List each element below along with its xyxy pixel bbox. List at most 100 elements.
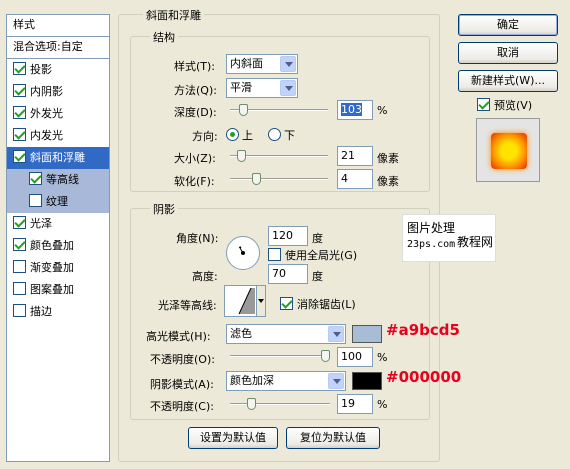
chevron-down-icon [256, 286, 265, 316]
make-default-button[interactable]: 设置为默认值 [188, 427, 278, 449]
highlight-mode-select[interactable]: 滤色 [226, 324, 346, 344]
angle-dial[interactable] [226, 236, 260, 270]
size-slider[interactable] [230, 150, 328, 162]
style-item[interactable]: 投影 [7, 59, 109, 81]
style-item[interactable]: 内发光 [7, 125, 109, 147]
depth-value: 103 [341, 103, 362, 116]
soften-unit: 像素 [377, 175, 399, 188]
shadow-opacity-slider[interactable] [230, 398, 330, 410]
style-item-label: 外发光 [30, 107, 63, 120]
slider-thumb[interactable] [237, 150, 246, 162]
highlight-color-swatch[interactable] [352, 325, 382, 343]
new-style-button[interactable]: 新建样式(W)... [458, 70, 558, 92]
highlight-mode-label: 高光模式(H): [146, 330, 211, 343]
gloss-contour-label: 光泽等高线: [158, 299, 217, 312]
style-item[interactable]: 描边 [7, 301, 109, 323]
opacity1-label: 不透明度(O): [150, 353, 215, 366]
soften-slider[interactable] [230, 173, 328, 185]
direction-label: 方向: [192, 130, 218, 143]
shadow-opacity-input[interactable]: 19 [337, 394, 373, 414]
soften-input[interactable]: 4 [337, 169, 373, 189]
depth-slider[interactable] [230, 104, 328, 116]
global-light-label: 使用全局光(G) [285, 249, 358, 262]
style-item-label: 斜面和浮雕 [30, 151, 85, 164]
checkbox-icon[interactable] [13, 84, 26, 97]
highlight-opacity-slider[interactable] [230, 350, 330, 362]
checkbox-icon[interactable] [13, 62, 26, 75]
slider-thumb[interactable] [321, 350, 330, 362]
global-light-checkbox[interactable]: 使用全局光(G) [268, 247, 357, 263]
watermark-line1: 图片处理 [407, 221, 456, 235]
checkbox-icon[interactable] [13, 238, 26, 251]
checkbox-icon[interactable] [13, 282, 26, 295]
checkbox-icon[interactable] [13, 216, 26, 229]
watermark-line2: 23ps.com [407, 239, 456, 250]
technique-value: 平滑 [230, 81, 252, 94]
highlight-mode-value: 滤色 [230, 327, 252, 340]
style-item[interactable]: 渐变叠加 [7, 257, 109, 279]
opacity1-unit: % [377, 351, 388, 364]
style-item[interactable]: 光泽 [7, 213, 109, 235]
soften-label: 软化(F): [174, 175, 215, 188]
style-item[interactable]: 纹理 [7, 191, 109, 213]
size-label: 大小(Z): [174, 152, 216, 165]
checkbox-icon[interactable] [13, 304, 26, 317]
checkbox-icon [477, 98, 490, 111]
style-item-label: 光泽 [30, 217, 52, 230]
antialias-checkbox[interactable]: 消除锯齿(L) [280, 296, 356, 312]
style-item[interactable]: 外发光 [7, 103, 109, 125]
depth-label: 深度(D): [174, 106, 217, 119]
style-item-label: 颜色叠加 [30, 239, 74, 252]
style-item-label: 投影 [30, 63, 52, 76]
style-item[interactable]: 内阴影 [7, 81, 109, 103]
style-item[interactable]: 斜面和浮雕 [7, 147, 109, 169]
cancel-button[interactable]: 取消 [458, 42, 558, 64]
checkbox-icon[interactable] [13, 150, 26, 163]
altitude-input[interactable]: 70 [268, 264, 308, 284]
highlight-color-annotation: #a9bcd5 [386, 321, 460, 339]
shadow-color-swatch[interactable] [352, 372, 382, 390]
contour-preview-icon [227, 287, 255, 315]
gloss-contour-picker[interactable] [224, 285, 266, 317]
blend-options-item[interactable]: 混合选项:自定 [7, 37, 109, 59]
style-select[interactable]: 内斜面 [226, 54, 298, 74]
size-unit: 像素 [377, 152, 399, 165]
checkbox-icon[interactable] [29, 194, 42, 207]
shadow-mode-select[interactable]: 颜色加深 [226, 371, 346, 391]
preview-checkbox[interactable]: 预览(V) [477, 97, 532, 113]
technique-label: 方法(Q): [174, 84, 217, 97]
angle-unit: 度 [312, 232, 323, 245]
checkbox-icon[interactable] [13, 106, 26, 119]
style-item-label: 等高线 [46, 173, 79, 186]
dir-down-label: 下 [284, 129, 295, 142]
style-item[interactable]: 图案叠加 [7, 279, 109, 301]
highlight-opacity-input[interactable]: 100 [337, 347, 373, 367]
angle-input[interactable]: 120 [268, 226, 308, 246]
slider-thumb[interactable] [239, 104, 248, 116]
reset-default-button[interactable]: 复位为默认值 [286, 427, 380, 449]
watermark: 图片处理 23ps.com 教程网 [402, 214, 496, 262]
ok-button[interactable]: 确定 [458, 14, 558, 36]
preview-label: 预览(V) [494, 99, 533, 112]
style-item[interactable]: 颜色叠加 [7, 235, 109, 257]
shading-title: 阴影 [150, 201, 178, 217]
checkbox-icon[interactable] [13, 260, 26, 273]
chevron-down-icon [328, 326, 344, 342]
watermark-line3: 教程网 [457, 235, 494, 249]
slider-thumb[interactable] [252, 173, 261, 185]
styles-panel: 样式 混合选项:自定 投影 内阴影 外发光 内发光 斜面和浮雕 等高线 纹理 光泽 颜色叠加 渐变… [6, 14, 110, 462]
direction-down-radio[interactable]: 下 [268, 127, 295, 143]
chevron-down-icon [280, 56, 296, 72]
direction-up-radio[interactable]: 上 [226, 127, 253, 143]
checkbox-icon[interactable] [29, 172, 42, 185]
slider-thumb[interactable] [247, 398, 256, 410]
style-item[interactable]: 等高线 [7, 169, 109, 191]
dir-up-label: 上 [242, 129, 253, 142]
bevel-emboss-title: 斜面和浮雕 [143, 7, 204, 23]
size-input[interactable]: 21 [337, 146, 373, 166]
technique-select[interactable]: 平滑 [226, 78, 298, 98]
angle-label: 角度(N): [176, 232, 219, 245]
depth-input[interactable]: 103 [337, 100, 373, 120]
checkbox-icon[interactable] [13, 128, 26, 141]
opacity2-unit: % [377, 398, 388, 411]
